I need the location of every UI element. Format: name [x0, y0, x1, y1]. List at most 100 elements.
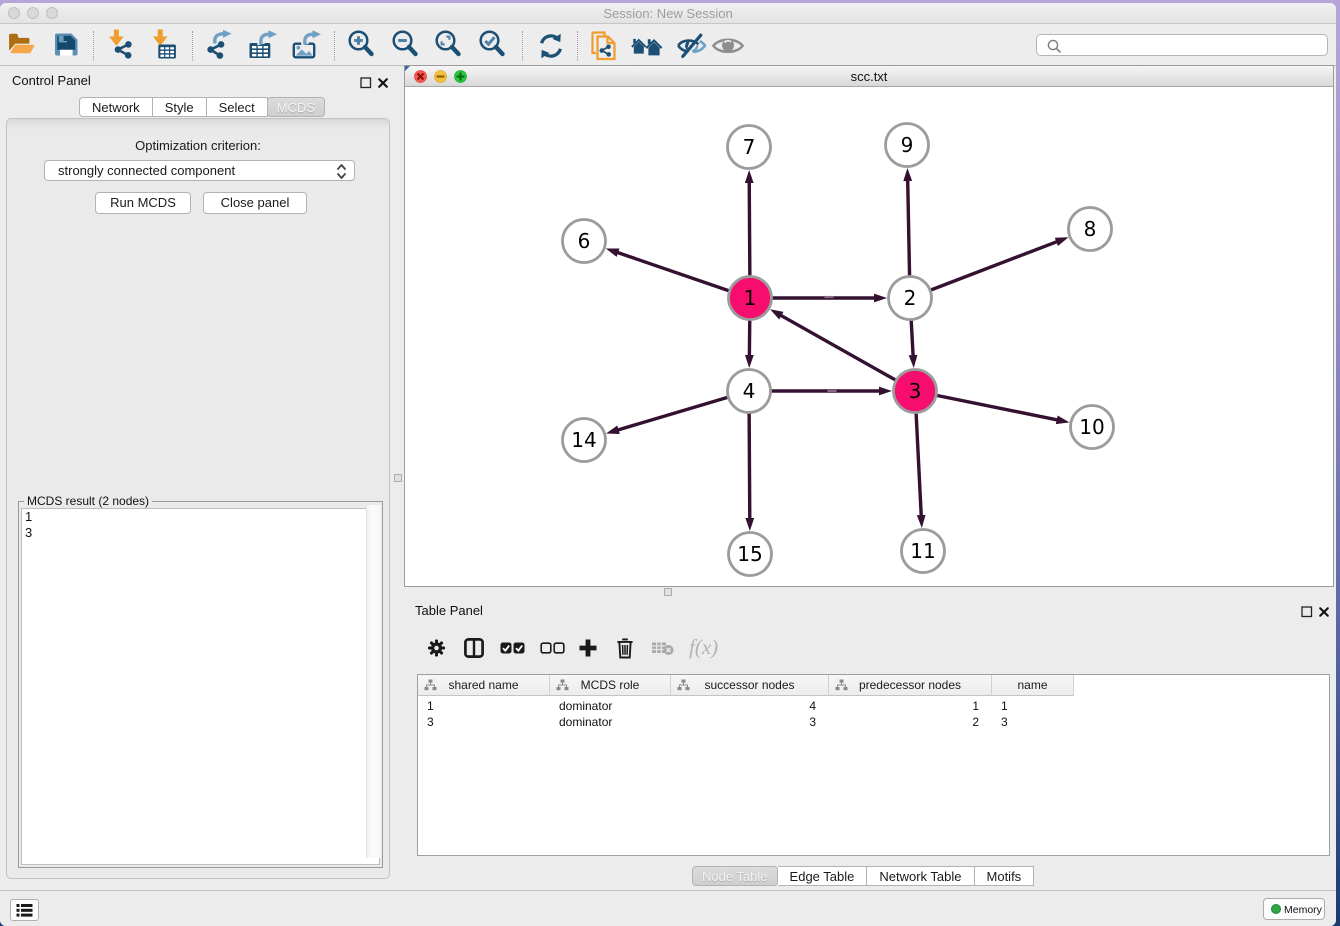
column-header-label: name: [992, 678, 1073, 692]
table-cell[interactable]: 3: [671, 714, 816, 730]
window-titlebar[interactable]: Session: New Session: [0, 3, 1336, 24]
graph-edge-arrowhead: [1055, 237, 1069, 246]
column-header[interactable]: successor nodes: [671, 675, 829, 696]
tab-motifs[interactable]: Motifs: [975, 866, 1035, 886]
float-panel-icon[interactable]: [360, 76, 372, 88]
export-network-button[interactable]: [201, 29, 235, 63]
graph-node-label: 7: [743, 135, 756, 159]
graph-edge-arrowhead: [909, 355, 918, 368]
add-row-button[interactable]: [578, 638, 598, 658]
open-session-button[interactable]: [6, 29, 40, 63]
column-header-label: predecessor nodes: [829, 678, 991, 692]
toolbar-separator: [192, 31, 193, 61]
splitter-grip[interactable]: [394, 474, 402, 482]
search-input[interactable]: [1036, 34, 1328, 56]
table-cell[interactable]: 2: [829, 714, 979, 730]
graph-node-label: 11: [910, 539, 935, 563]
table-toolbar: f(x): [404, 622, 1336, 674]
node-table[interactable]: shared nameMCDS rolesuccessor nodesprede…: [417, 674, 1330, 856]
table-cell[interactable]: dominator: [559, 714, 671, 730]
zoom-out-button[interactable]: [390, 29, 424, 63]
criterion-dropdown[interactable]: strongly connected component: [44, 160, 355, 181]
zoom-in-button[interactable]: [346, 29, 380, 63]
save-session-button[interactable]: [49, 29, 83, 63]
graph-edge-arrowhead: [770, 309, 783, 319]
table-cell[interactable]: 1: [829, 698, 979, 714]
graph-edge-arrowhead: [1056, 416, 1070, 425]
column-header[interactable]: name: [992, 675, 1074, 696]
show-button[interactable]: [711, 29, 745, 63]
network-canvas[interactable]: 1234678910111415: [405, 88, 1333, 586]
edge-label-mark: [825, 296, 834, 298]
table-cell[interactable]: dominator: [559, 698, 671, 714]
deselect-all-button[interactable]: [540, 641, 565, 655]
network-window-titlebar[interactable]: scc.txt: [405, 66, 1333, 87]
tab-select[interactable]: Select: [207, 97, 268, 117]
export-table-button[interactable]: [244, 29, 278, 63]
hide-button[interactable]: [675, 29, 709, 63]
graph-edge[interactable]: [910, 241, 1058, 298]
delete-column-button[interactable]: [615, 637, 635, 659]
table-settings-button[interactable]: [427, 639, 446, 658]
dropdown-chevrons-icon: [335, 163, 348, 180]
tab-edge-table[interactable]: Edge Table: [778, 866, 868, 886]
control-panel-tabs: Network Style Select MCDS: [79, 97, 325, 117]
mcds-result-list[interactable]: 13: [21, 508, 380, 865]
column-header[interactable]: predecessor nodes: [829, 675, 992, 696]
table-cell[interactable]: 1: [427, 698, 550, 714]
graph-node-label: 8: [1084, 217, 1097, 241]
tab-style[interactable]: Style: [153, 97, 207, 117]
tab-network[interactable]: Network: [79, 97, 153, 117]
delete-table-button[interactable]: [651, 639, 675, 657]
optimization-criterion-label: Optimization criterion:: [7, 138, 389, 153]
mcds-result-group: MCDS result (2 nodes) 13: [18, 501, 383, 868]
import-table-button[interactable]: [148, 29, 182, 63]
close-panel-button[interactable]: Close panel: [203, 192, 307, 214]
close-panel-icon[interactable]: [377, 76, 389, 88]
graph-node-label: 6: [578, 229, 591, 253]
graph-edge-arrowhead: [917, 515, 926, 528]
graph-edge-arrowhead: [745, 355, 754, 368]
task-history-button[interactable]: [10, 899, 39, 921]
zoom-fit-button[interactable]: [433, 29, 467, 63]
graph-node-label: 9: [901, 133, 914, 157]
result-scrollbar[interactable]: [366, 505, 381, 858]
horizontal-splitter[interactable]: [404, 587, 1336, 597]
status-bar: Memory: [0, 890, 1336, 926]
column-header[interactable]: shared name: [418, 675, 550, 696]
graph-edge-arrowhead: [745, 170, 754, 183]
splitter-grip[interactable]: [664, 588, 672, 596]
edge-label-mark: [828, 390, 837, 392]
export-image-button[interactable]: [288, 29, 322, 63]
zoom-selected-button[interactable]: [477, 29, 511, 63]
result-line: 1: [22, 509, 379, 525]
select-all-button[interactable]: [500, 641, 525, 655]
graph-node-label: 10: [1079, 415, 1104, 439]
table-cell[interactable]: 3: [427, 714, 550, 730]
memory-button[interactable]: Memory: [1263, 898, 1325, 920]
table-cell[interactable]: 3: [1001, 714, 1074, 730]
graph-edge-arrowhead: [903, 168, 912, 181]
refresh-button[interactable]: [534, 29, 568, 63]
float-panel-icon[interactable]: [1301, 605, 1313, 617]
vertical-splitter[interactable]: [393, 66, 404, 890]
home-button[interactable]: [630, 29, 664, 63]
run-mcds-button[interactable]: Run MCDS: [95, 192, 191, 214]
column-header-label: successor nodes: [671, 678, 828, 692]
show-column-button[interactable]: [463, 637, 485, 659]
column-header[interactable]: MCDS role: [550, 675, 671, 696]
close-panel-icon[interactable]: [1318, 605, 1330, 617]
function-builder-button[interactable]: f(x): [687, 635, 727, 661]
graph-edge-arrowhead: [745, 518, 754, 531]
import-network-button[interactable]: [104, 29, 138, 63]
graph-edge[interactable]: [780, 315, 915, 391]
memory-status-icon: [1271, 904, 1281, 914]
graph-node-label: 1: [744, 286, 757, 310]
tab-mcds[interactable]: MCDS: [267, 97, 325, 117]
table-cell[interactable]: 4: [671, 698, 816, 714]
copy-network-button[interactable]: [587, 29, 621, 63]
control-panel: Control Panel Network Style Select MCDS …: [0, 66, 393, 890]
table-cell[interactable]: 1: [1001, 698, 1074, 714]
tab-node-table[interactable]: Node Table: [692, 866, 778, 886]
tab-network-table[interactable]: Network Table: [867, 866, 974, 886]
